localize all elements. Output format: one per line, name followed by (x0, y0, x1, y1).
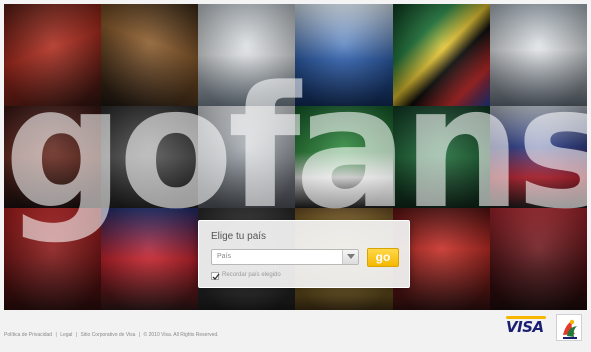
fifa-world-cup-2010-emblem-icon (556, 314, 582, 341)
footer-links: Política de Privacidad | Legal | Sitio C… (4, 332, 221, 338)
chevron-down-icon[interactable] (342, 250, 358, 264)
visa-logo[interactable]: VISA (506, 318, 544, 336)
page: gofans Elige tu país País go Recordar pa… (0, 0, 591, 352)
footer: Política de Privacidad | Legal | Sitio C… (0, 310, 591, 352)
footer-link-corporate[interactable]: Sitio Corporativo de Visa (81, 332, 136, 338)
footer-separator: | (138, 332, 141, 338)
country-select[interactable]: País (211, 249, 359, 265)
go-button[interactable]: go (367, 248, 399, 267)
footer-link-privacy[interactable]: Política de Privacidad (4, 332, 52, 338)
checkmark-icon (212, 273, 220, 280)
footer-separator: | (75, 332, 78, 338)
country-selector-panel: Elige tu país País go Recordar país eleg… (198, 220, 410, 288)
footer-separator: | (55, 332, 57, 338)
panel-title: Elige tu país (211, 231, 267, 242)
remember-label: Recordar país elegido (222, 272, 281, 278)
country-select-value: País (217, 253, 232, 260)
footer-copyright: © 2010 Visa. All Rights Reserved. (143, 332, 219, 338)
remember-checkbox[interactable] (211, 272, 220, 280)
gofans-wordmark: gofans (4, 50, 587, 246)
footer-link-legal[interactable]: Legal (60, 332, 72, 338)
